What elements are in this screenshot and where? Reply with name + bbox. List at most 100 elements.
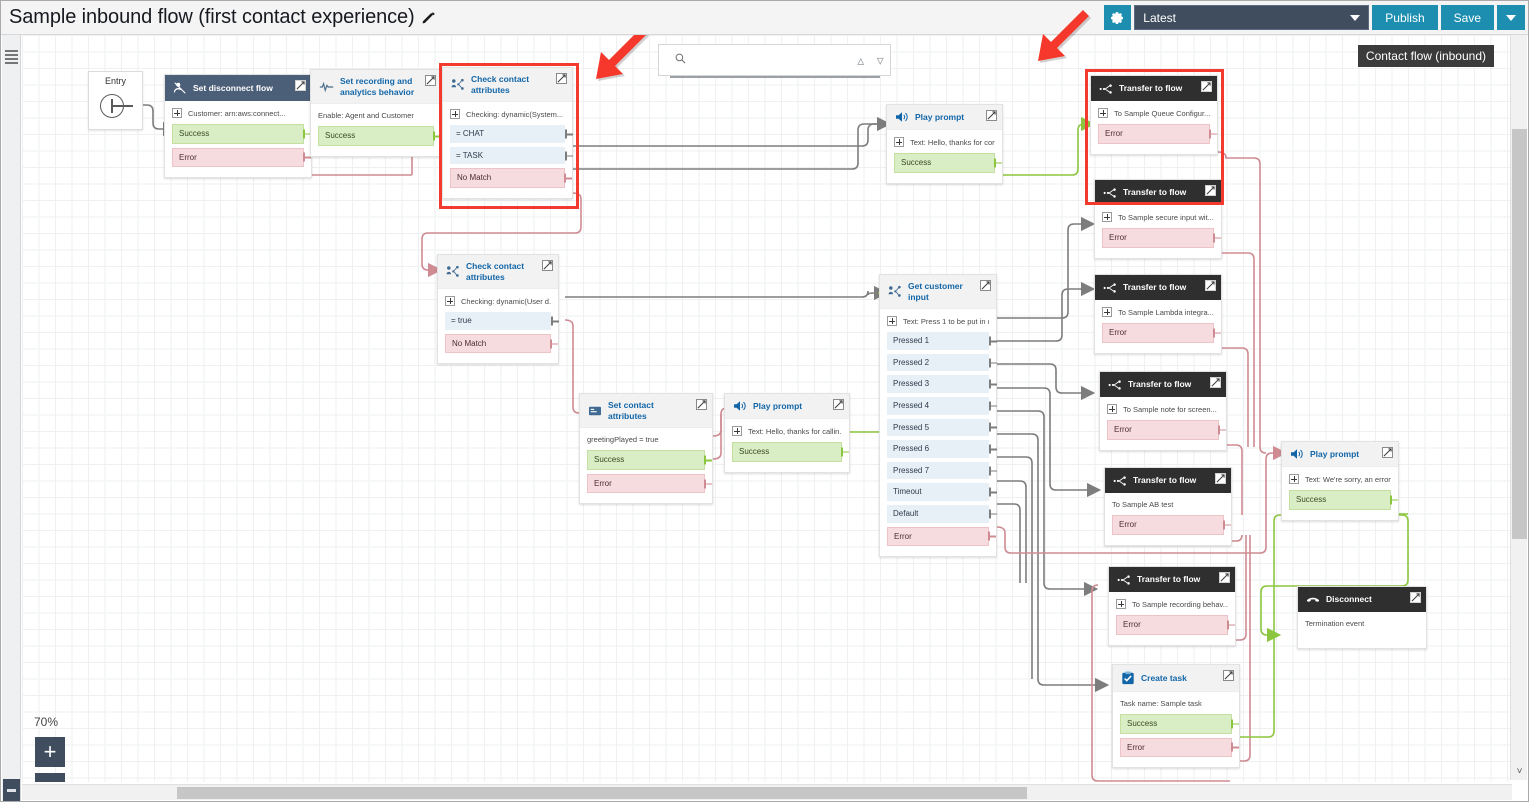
port-error[interactable]: Error [887, 527, 989, 547]
save-button[interactable]: Save [1441, 5, 1494, 30]
canvas-search[interactable]: ▵ ▿ [658, 44, 891, 76]
expand-icon[interactable] [556, 73, 567, 84]
flow-canvas[interactable]: Entry Set disconnect flow Customer: arn:… [22, 35, 1512, 782]
node-set-disconnect-flow[interactable]: Set disconnect flow Customer: arn:aws:co… [164, 74, 312, 178]
port-connector[interactable] [1223, 520, 1231, 529]
port-timeout[interactable]: Timeout [887, 483, 989, 501]
node-param[interactable]: Text: Hello, thanks for callin... [732, 426, 842, 436]
node-param[interactable]: To Sample Lambda integra... [1102, 307, 1214, 317]
port-pressed-6[interactable]: Pressed 6 [887, 440, 989, 458]
plus-icon[interactable] [1098, 108, 1108, 118]
plus-icon[interactable] [1289, 474, 1299, 484]
expand-icon[interactable] [1205, 280, 1216, 291]
expand-icon[interactable] [986, 110, 997, 121]
save-options-button[interactable] [1497, 5, 1525, 30]
port-error[interactable]: Error [1102, 323, 1214, 343]
port-connector[interactable] [989, 445, 997, 454]
node-check-contact-attributes-2[interactable]: Check contact attributes Checking: dynam… [437, 254, 559, 364]
port-success[interactable]: Success [1120, 714, 1232, 734]
expand-icon[interactable] [542, 260, 553, 271]
gear-icon[interactable] [1104, 5, 1131, 30]
hamburger-menu-icon[interactable] [5, 50, 18, 66]
port-connector[interactable] [1218, 425, 1226, 434]
expand-icon[interactable] [1223, 670, 1234, 681]
port-connector[interactable] [1213, 328, 1221, 337]
port-condition-chat[interactable]: = CHAT [450, 125, 565, 143]
expand-icon[interactable] [425, 75, 436, 86]
port-condition-true[interactable]: = true [445, 312, 551, 330]
version-select[interactable]: Latest [1134, 5, 1369, 30]
node-param[interactable]: Checking: dynamic(User d... [445, 296, 551, 306]
expand-icon[interactable] [295, 80, 306, 91]
pencil-icon[interactable] [422, 8, 436, 22]
node-disconnect[interactable]: Disconnect Termination event [1297, 586, 1427, 649]
node-param[interactable]: Checking: dynamic(System... [450, 109, 565, 119]
plus-icon[interactable] [732, 426, 742, 436]
port-pressed-1[interactable]: Pressed 1 [887, 332, 989, 350]
expand-icon[interactable] [833, 399, 844, 410]
port-connector[interactable] [994, 158, 1002, 167]
port-connector[interactable] [1213, 233, 1221, 242]
node-set-recording-analytics[interactable]: Set recording and analytics behavior Ena… [310, 69, 442, 157]
port-no-match[interactable]: No Match [450, 168, 565, 188]
port-connector[interactable] [565, 130, 573, 139]
node-param[interactable]: To Sample recording behav... [1116, 599, 1228, 609]
port-connector[interactable] [989, 509, 997, 518]
port-connector[interactable] [1390, 495, 1398, 504]
port-success[interactable]: Success [894, 153, 995, 173]
plus-icon[interactable] [1107, 404, 1117, 414]
expand-icon[interactable] [1215, 473, 1226, 484]
port-connector[interactable] [433, 132, 441, 141]
node-transfer-to-flow-1[interactable]: Transfer to flow To Sample Queue Configu… [1090, 75, 1218, 155]
node-param[interactable]: To Sample secure input wit... [1102, 212, 1214, 222]
port-connector[interactable] [704, 479, 712, 488]
port-connector[interactable] [551, 317, 559, 326]
port-pressed-2[interactable]: Pressed 2 [887, 354, 989, 372]
port-success[interactable]: Success [1289, 490, 1391, 510]
node-transfer-to-flow-3[interactable]: Transfer to flow To Sample Lambda integr… [1094, 274, 1222, 354]
port-pressed-3[interactable]: Pressed 3 [887, 375, 989, 393]
port-connector[interactable] [989, 466, 997, 475]
vertical-scrollbar-thumb[interactable] [1512, 129, 1527, 539]
node-set-contact-attributes[interactable]: Set contact attributes greetingPlayed = … [579, 393, 713, 504]
plus-icon[interactable] [450, 109, 460, 119]
plus-icon[interactable] [887, 316, 897, 326]
port-error[interactable]: Error [1098, 124, 1210, 144]
node-transfer-to-flow-6[interactable]: Transfer to flow To Sample recording beh… [1108, 566, 1236, 646]
port-connector[interactable] [550, 339, 558, 348]
expand-icon[interactable] [696, 399, 707, 410]
node-play-prompt-2[interactable]: Play prompt Text: Hello, thanks for call… [724, 393, 850, 473]
port-connector[interactable] [1227, 620, 1235, 629]
node-get-customer-input[interactable]: Get customer input Text: Press 1 to be p… [879, 274, 997, 557]
chevron-up-icon[interactable]: ▵ [851, 52, 871, 69]
plus-icon[interactable] [1102, 212, 1112, 222]
port-error[interactable]: Error [1107, 420, 1219, 440]
node-play-prompt-1[interactable]: Play prompt Text: Hello, thanks for cont… [886, 104, 1003, 184]
port-connector[interactable] [1209, 129, 1217, 138]
port-default[interactable]: Default [887, 505, 989, 523]
port-pressed-5[interactable]: Pressed 5 [887, 419, 989, 437]
port-connector[interactable] [841, 447, 849, 456]
port-no-match[interactable]: No Match [445, 334, 551, 354]
entry-point[interactable]: Entry [88, 71, 143, 130]
horizontal-scrollbar-thumb[interactable] [177, 787, 1027, 799]
node-param[interactable]: To Sample note for screen... [1107, 404, 1219, 414]
port-connector[interactable] [1231, 719, 1239, 728]
node-param[interactable]: Text: We're sorry, an error o... [1289, 474, 1391, 484]
expand-icon[interactable] [1205, 185, 1216, 196]
port-connector[interactable] [989, 423, 997, 432]
port-error[interactable]: Error [1120, 738, 1232, 758]
node-check-contact-attributes-1[interactable]: Check contact attributes Checking: dynam… [442, 67, 573, 199]
expand-icon[interactable] [1201, 81, 1212, 92]
port-condition-task[interactable]: = TASK [450, 147, 565, 165]
port-error[interactable]: Error [1112, 515, 1224, 535]
node-transfer-to-flow-2[interactable]: Transfer to flow To Sample secure input … [1094, 179, 1222, 259]
vertical-scrollbar[interactable]: ˅ [1510, 35, 1527, 780]
port-pressed-7[interactable]: Pressed 7 [887, 462, 989, 480]
plus-icon[interactable] [894, 137, 904, 147]
port-error[interactable]: Error [172, 148, 304, 168]
port-success[interactable]: Success [318, 126, 434, 146]
expand-icon[interactable] [1210, 377, 1221, 388]
plus-icon[interactable] [1102, 307, 1112, 317]
expand-icon[interactable] [1219, 572, 1230, 583]
